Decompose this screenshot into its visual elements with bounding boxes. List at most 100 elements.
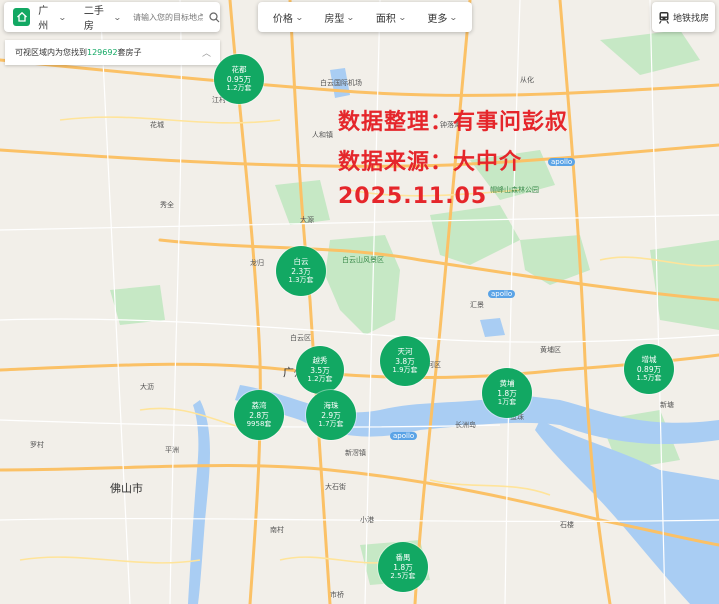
apollo-label-1: apollo	[548, 158, 576, 166]
property-type-label: 二手房	[83, 6, 104, 32]
filter-area[interactable]: 面积 ⌄	[375, 10, 407, 25]
metro-button-label: 地铁找房	[672, 13, 709, 24]
home-button[interactable]	[13, 8, 31, 26]
place-label-huacheng: 花城	[150, 121, 164, 129]
chevron-up-icon[interactable]: ︿	[202, 46, 211, 59]
district-name: 增城	[641, 355, 657, 365]
property-type-selector[interactable]: 二手房 ⌄	[83, 2, 123, 32]
district-bubble-tianhe[interactable]: 天河 3.8万 1.9万套	[380, 336, 430, 386]
district-bubble-panyu[interactable]: 番禺 1.8万 2.5万套	[378, 542, 428, 592]
home-icon	[16, 11, 27, 22]
result-count: 129692	[87, 48, 118, 57]
filter-layout-label: 房型	[324, 13, 345, 25]
district-count: 1万套	[497, 398, 517, 406]
district-count: 1.3万套	[288, 276, 314, 284]
chevron-down-icon: ⌄	[58, 12, 67, 22]
search-bar: 广州 ⌄ 二手房 ⌄	[4, 2, 220, 32]
filter-more-label: 更多	[427, 13, 448, 25]
district-price: 3.8万	[395, 356, 415, 366]
place-label-changzhou: 长洲岛	[455, 421, 476, 429]
filter-bar: 价格 ⌄ 房型 ⌄ 面积 ⌄ 更多 ⌄	[258, 2, 472, 32]
district-label-huangpu: 黄埔区	[540, 346, 561, 354]
district-bubble-liwan[interactable]: 荔湾 2.8万 9958套	[234, 390, 284, 440]
place-label-longgui: 龙归	[250, 259, 264, 267]
chevron-down-icon: ⌄	[397, 12, 407, 22]
place-label-xiuquan: 秀全	[160, 201, 174, 209]
place-label-renhe: 人和镇	[312, 131, 333, 139]
result-suffix: 套房子	[117, 48, 142, 57]
place-label-dali: 大沥	[140, 383, 154, 391]
result-banner: 可视区域内为您找到129692套房子 ︿	[5, 40, 220, 65]
district-count: 2.5万套	[390, 572, 416, 580]
district-name: 天河	[397, 347, 413, 357]
park-label-maofeng: 帽峰山森林公园	[490, 186, 539, 194]
map-canvas[interactable]	[0, 0, 719, 604]
district-count: 1.2万套	[226, 84, 252, 92]
place-label-conghua: 从化	[520, 76, 534, 84]
filter-more[interactable]: 更多 ⌄	[427, 10, 459, 25]
airport-label: 白云国际机场	[320, 79, 362, 87]
district-count: 1.7万套	[318, 420, 344, 428]
district-price: 1.8万	[497, 388, 517, 398]
district-name: 花都	[231, 65, 247, 75]
district-name: 黄埔	[499, 379, 515, 389]
place-label-xintang: 新塘	[660, 401, 674, 409]
park-label-baiyunshan: 白云山风景区	[342, 256, 384, 264]
district-name: 番禺	[395, 553, 411, 563]
city-label-foshan: 佛山市	[110, 482, 143, 495]
result-prefix: 可视区域内为您找到	[15, 48, 87, 57]
filter-area-label: 面积	[375, 13, 396, 25]
district-price: 0.89万	[636, 364, 662, 374]
chevron-down-icon: ⌄	[449, 12, 459, 22]
district-name: 荔湾	[251, 401, 267, 411]
metro-search-button[interactable]: 地铁找房	[652, 2, 715, 32]
place-label-nancun: 南村	[270, 526, 284, 534]
district-name: 白云	[293, 257, 309, 267]
chevron-down-icon: ⌄	[346, 12, 356, 22]
chevron-down-icon: ⌄	[294, 12, 304, 22]
district-price: 0.95万	[226, 74, 252, 84]
overlay-line-1: 数据整理：有事问彭叔	[338, 110, 569, 135]
district-count: 1.9万套	[392, 366, 418, 374]
city-selector[interactable]: 广州 ⌄	[38, 2, 67, 32]
place-label-pingzhou: 平洲	[165, 446, 179, 454]
metro-icon	[658, 11, 669, 24]
place-label-xinjiao: 新滘镇	[345, 449, 366, 457]
city-label: 广州	[38, 6, 49, 32]
district-price: 2.8万	[249, 410, 269, 420]
overlay-date: 2025.11.05	[338, 184, 488, 209]
district-bubble-baiyun[interactable]: 白云 2.3万 1.3万套	[276, 246, 326, 296]
district-bubble-yuexiu[interactable]: 越秀 3.5万 1.2万套	[296, 346, 344, 394]
place-label-shiqiao: 市桥	[330, 591, 344, 599]
district-price: 2.9万	[321, 410, 341, 420]
place-label-xiaogang: 小港	[360, 516, 374, 524]
place-label-dayuan: 大源	[300, 216, 314, 224]
place-label-luocun: 罗村	[30, 441, 44, 449]
search-icon[interactable]	[209, 11, 220, 23]
chevron-down-icon: ⌄	[113, 12, 123, 22]
filter-price-label: 价格	[272, 13, 293, 25]
apollo-label-3: apollo	[390, 432, 418, 440]
place-label-huijiang: 汇景	[470, 301, 484, 309]
place-label-dashi: 大石街	[325, 483, 346, 491]
place-label-shilou: 石楼	[560, 521, 574, 529]
result-text: 可视区域内为您找到129692套房子	[15, 47, 142, 58]
filter-price[interactable]: 价格 ⌄	[272, 10, 304, 25]
apollo-label-2: apollo	[488, 290, 516, 298]
overlay-line-2: 数据来源：大中介	[338, 150, 523, 175]
district-name: 海珠	[323, 401, 339, 411]
district-count: 1.5万套	[636, 374, 662, 382]
district-bubble-huangpu[interactable]: 黄埔 1.8万 1万套	[482, 368, 532, 418]
district-bubble-zengcheng[interactable]: 增城 0.89万 1.5万套	[624, 344, 674, 394]
district-price: 3.5万	[310, 365, 330, 375]
district-label-baiyun: 白云区	[290, 334, 311, 342]
district-bubble-haizhu[interactable]: 海珠 2.9万 1.7万套	[306, 390, 356, 440]
filter-layout[interactable]: 房型 ⌄	[324, 10, 356, 25]
district-count: 1.2万套	[307, 375, 333, 383]
district-price: 2.3万	[291, 266, 311, 276]
district-name: 越秀	[312, 356, 328, 366]
district-count: 9958套	[246, 420, 272, 428]
search-input[interactable]	[133, 12, 203, 22]
district-bubble-huadu[interactable]: 花都 0.95万 1.2万套	[214, 54, 264, 104]
district-price: 1.8万	[393, 562, 413, 572]
